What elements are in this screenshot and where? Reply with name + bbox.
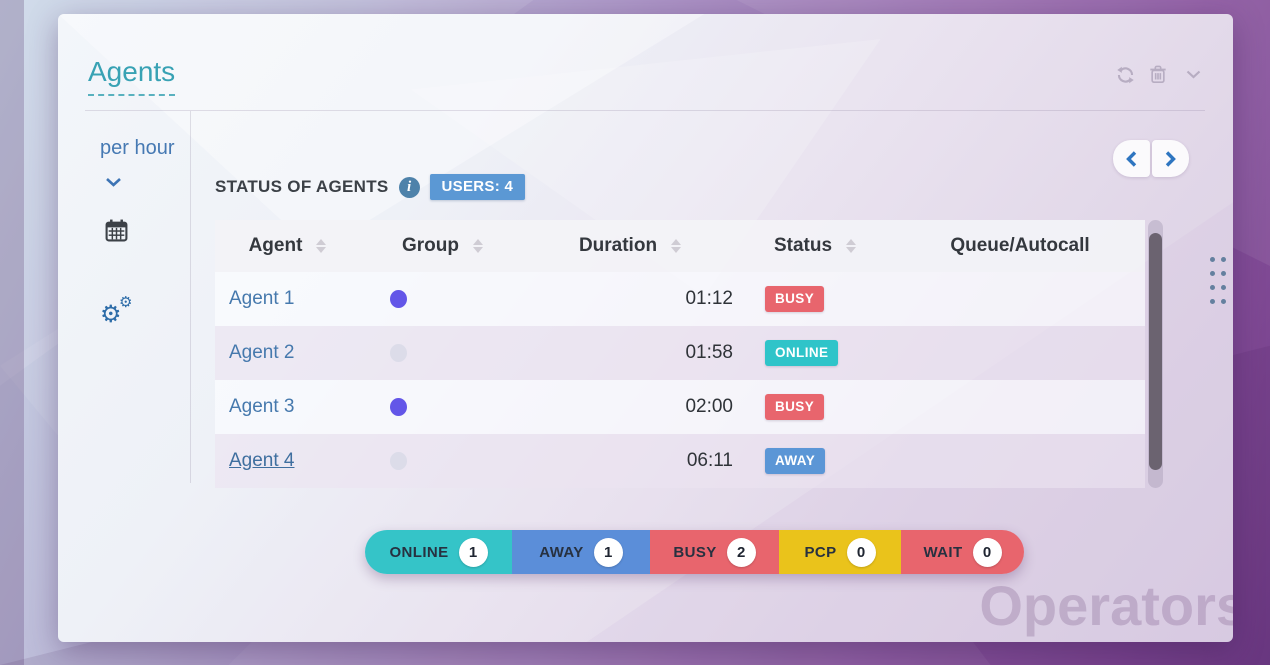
next-page-button[interactable]	[1152, 140, 1189, 177]
group-dot	[390, 290, 407, 308]
column-label: Duration	[579, 235, 657, 257]
agent-link[interactable]: Agent 3	[215, 396, 360, 418]
column-label: Status	[774, 235, 832, 257]
summary-segment-pcp[interactable]: PCP 0	[779, 530, 901, 574]
panel-collapse-chevron-icon[interactable]	[1186, 70, 1201, 79]
agents-widget-panel: Agents	[58, 14, 1233, 642]
status-badge: BUSY	[765, 394, 824, 420]
summary-label: BUSY	[673, 544, 716, 561]
trash-icon[interactable]	[1149, 64, 1167, 85]
status-cell: AWAY	[735, 448, 895, 474]
panel-toolbar	[1115, 64, 1201, 85]
status-cell: BUSY	[735, 394, 895, 420]
users-count-badge: USERS: 4	[430, 174, 526, 200]
table-scrollbar-thumb[interactable]	[1149, 233, 1162, 470]
group-cell	[360, 290, 525, 308]
table-scrollbar-track[interactable]	[1148, 220, 1163, 488]
table-row: Agent 1 01:12 BUSY	[215, 272, 1145, 326]
group-dot	[390, 452, 407, 470]
column-header-duration[interactable]: Duration	[525, 235, 735, 257]
summary-count: 1	[594, 538, 623, 567]
summary-label: ONLINE	[389, 544, 448, 561]
status-badge: AWAY	[765, 448, 825, 474]
duration-cell: 06:11	[525, 450, 735, 472]
sort-icon[interactable]	[671, 239, 681, 253]
column-header-queue-autocall[interactable]: Queue/Autocall	[895, 235, 1145, 257]
duration-cell: 01:58	[525, 342, 735, 364]
column-header-group[interactable]: Group	[360, 235, 525, 257]
status-cell: ONLINE	[735, 340, 895, 366]
summary-count: 2	[727, 538, 756, 567]
agent-link[interactable]: Agent 4	[215, 450, 360, 472]
agent-link[interactable]: Agent 2	[215, 342, 360, 364]
table-header-row: Agent Group Duration Status Queue/Autoca…	[215, 220, 1145, 272]
column-label: Agent	[249, 235, 303, 257]
summary-segment-wait[interactable]: WAIT 0	[901, 530, 1024, 574]
duration-cell: 02:00	[525, 396, 735, 418]
group-cell	[360, 398, 525, 416]
sidebar-divider	[190, 111, 191, 483]
summary-count: 0	[847, 538, 876, 567]
summary-segment-away[interactable]: AWAY 1	[512, 530, 650, 574]
status-badge: BUSY	[765, 286, 824, 312]
header-divider	[85, 110, 1205, 111]
calendar-icon[interactable]	[104, 218, 129, 248]
section-header: STATUS OF AGENTS i USERS: 4	[215, 172, 525, 202]
table-row: Agent 4 06:11 AWAY	[215, 434, 1145, 488]
background-facet	[0, 0, 24, 665]
summary-segment-online[interactable]: ONLINE 1	[365, 530, 512, 574]
sort-icon[interactable]	[473, 239, 483, 253]
pagination-arrows	[1113, 140, 1189, 177]
summary-label: PCP	[804, 544, 836, 561]
gear-glyph: ⚙	[119, 295, 132, 310]
summary-label: AWAY	[539, 544, 583, 561]
duration-cell: 01:12	[525, 288, 735, 310]
agents-table: Agent Group Duration Status Queue/Autoca…	[215, 220, 1145, 488]
refresh-icon[interactable]	[1115, 65, 1136, 85]
info-icon[interactable]: i	[399, 177, 420, 198]
period-chevron-down-icon[interactable]	[105, 174, 122, 192]
summary-count: 0	[973, 538, 1002, 567]
sort-icon[interactable]	[316, 239, 326, 253]
summary-count: 1	[459, 538, 488, 567]
column-label: Group	[402, 235, 459, 257]
sort-icon[interactable]	[846, 239, 856, 253]
group-dot	[390, 398, 407, 416]
status-summary-bar: ONLINE 1 AWAY 1 BUSY 2 PCP 0 WAIT 0	[365, 530, 1024, 574]
status-cell: BUSY	[735, 286, 895, 312]
summary-label: WAIT	[923, 544, 962, 561]
gears-icon[interactable]: ⚙ ⚙	[100, 296, 140, 336]
table-row: Agent 3 02:00 BUSY	[215, 380, 1145, 434]
column-header-agent[interactable]: Agent	[215, 235, 360, 257]
agent-link[interactable]: Agent 1	[215, 288, 360, 310]
operators-watermark: Operators	[979, 573, 1233, 638]
group-cell	[360, 344, 525, 362]
group-dot	[390, 344, 407, 362]
table-body: Agent 1 01:12 BUSY Agent 2 01:58 ONLINE …	[215, 272, 1145, 488]
widget-drag-handle[interactable]	[1210, 257, 1226, 304]
summary-segment-busy[interactable]: BUSY 2	[650, 530, 779, 574]
prev-page-button[interactable]	[1113, 140, 1150, 177]
status-badge: ONLINE	[765, 340, 838, 366]
table-row: Agent 2 01:58 ONLINE	[215, 326, 1145, 380]
group-cell	[360, 452, 525, 470]
section-title: STATUS OF AGENTS	[215, 177, 389, 197]
period-selector[interactable]: per hour	[100, 137, 175, 160]
column-header-status[interactable]: Status	[735, 235, 895, 257]
page-title[interactable]: Agents	[88, 56, 175, 96]
column-label: Queue/Autocall	[950, 235, 1089, 257]
